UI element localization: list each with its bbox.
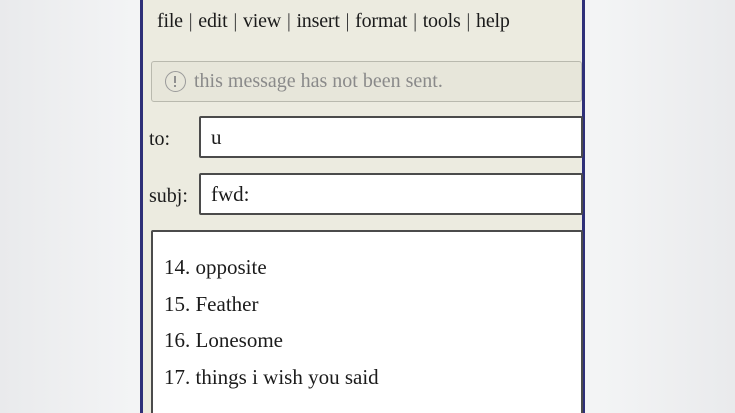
info-icon bbox=[165, 71, 186, 92]
page: file | edit | view | insert | format | t… bbox=[0, 0, 735, 413]
menu-separator: | bbox=[466, 10, 471, 32]
menu-separator: | bbox=[286, 10, 291, 32]
body-line: 15. Feather bbox=[164, 291, 259, 316]
message-body[interactable]: 14. opposite 15. Feather 16. Lonesome 17… bbox=[151, 230, 583, 413]
menu-help[interactable]: help bbox=[476, 10, 510, 32]
body-lines: 14. opposite 15. Feather 16. Lonesome 17… bbox=[164, 255, 379, 401]
menu-format[interactable]: format bbox=[355, 10, 407, 32]
body-line: 14. opposite bbox=[164, 255, 267, 279]
menu-separator: | bbox=[233, 10, 238, 32]
subject-label: subj: bbox=[149, 185, 188, 207]
subject-field[interactable]: fwd: bbox=[199, 173, 583, 215]
menu-file[interactable]: file bbox=[157, 10, 183, 32]
notice-text: this message has not been sent. bbox=[194, 70, 443, 92]
compose-window: file | edit | view | insert | format | t… bbox=[140, 0, 585, 413]
to-label: to: bbox=[149, 128, 171, 150]
menu-bar: file | edit | view | insert | format | t… bbox=[157, 10, 510, 33]
body-line: 16. Lonesome bbox=[164, 328, 283, 352]
to-field[interactable]: u bbox=[199, 116, 583, 158]
menu-tools[interactable]: tools bbox=[423, 10, 461, 32]
menu-separator: | bbox=[188, 10, 193, 32]
unsent-notice: this message has not been sent. bbox=[151, 61, 582, 102]
menu-edit[interactable]: edit bbox=[198, 10, 227, 32]
body-line: 17. things i wish you said bbox=[164, 364, 379, 389]
menu-separator: | bbox=[345, 10, 350, 32]
menu-view[interactable]: view bbox=[243, 10, 281, 32]
menu-separator: | bbox=[413, 10, 417, 32]
menu-insert[interactable]: insert bbox=[296, 10, 339, 32]
